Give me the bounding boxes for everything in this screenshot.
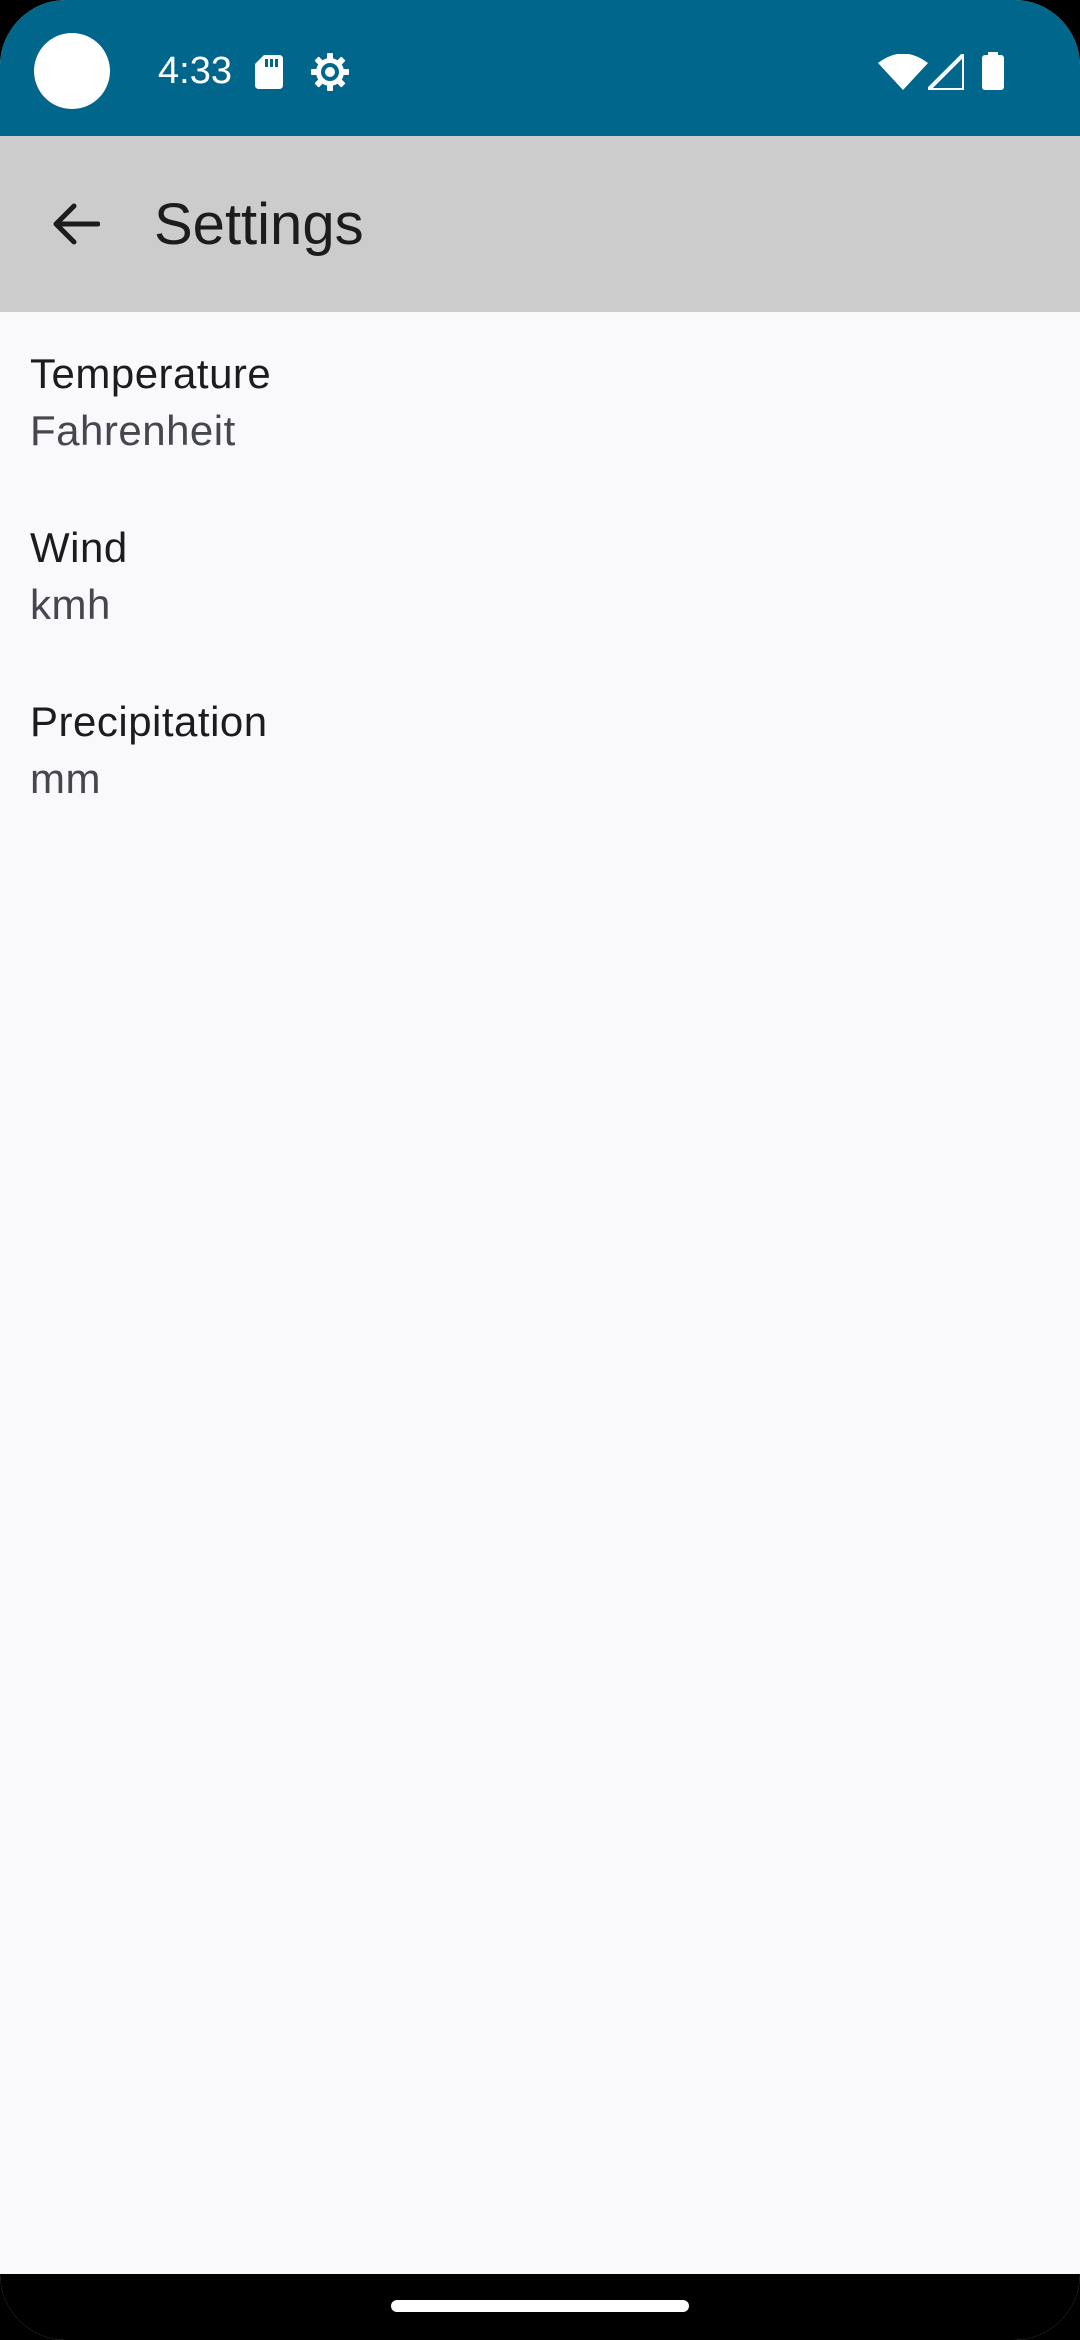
- wifi-icon: [878, 54, 928, 90]
- home-gesture-handle[interactable]: [391, 2300, 689, 2312]
- setting-value: kmh: [30, 581, 111, 628]
- setting-value: Fahrenheit: [30, 407, 236, 454]
- status-bar: 4:33: [0, 0, 1080, 136]
- setting-precipitation[interactable]: Precipitation mm: [0, 660, 1080, 834]
- back-button[interactable]: [36, 176, 116, 272]
- arrow-back-icon: [53, 203, 100, 245]
- battery-icon: [982, 52, 1004, 90]
- sd-card-icon: [255, 55, 283, 89]
- settings-list: Temperature Fahrenheit Wind kmh Precipit…: [0, 312, 1080, 834]
- cell-signal-icon: [928, 54, 964, 90]
- camera-cutout: [34, 33, 110, 109]
- setting-title: Wind: [30, 524, 128, 571]
- setting-temperature[interactable]: Temperature Fahrenheit: [0, 312, 1080, 486]
- setting-wind[interactable]: Wind kmh: [0, 486, 1080, 660]
- screen: 4:33 Settings Temperature Fahrenheit Win…: [0, 0, 1080, 2340]
- page-title: Settings: [154, 192, 364, 257]
- app-bar: Settings: [0, 136, 1080, 312]
- setting-value: mm: [30, 755, 101, 802]
- status-time: 4:33: [158, 50, 232, 92]
- setting-title: Temperature: [30, 350, 272, 397]
- settings-gear-icon: [311, 53, 349, 91]
- setting-title: Precipitation: [30, 698, 268, 745]
